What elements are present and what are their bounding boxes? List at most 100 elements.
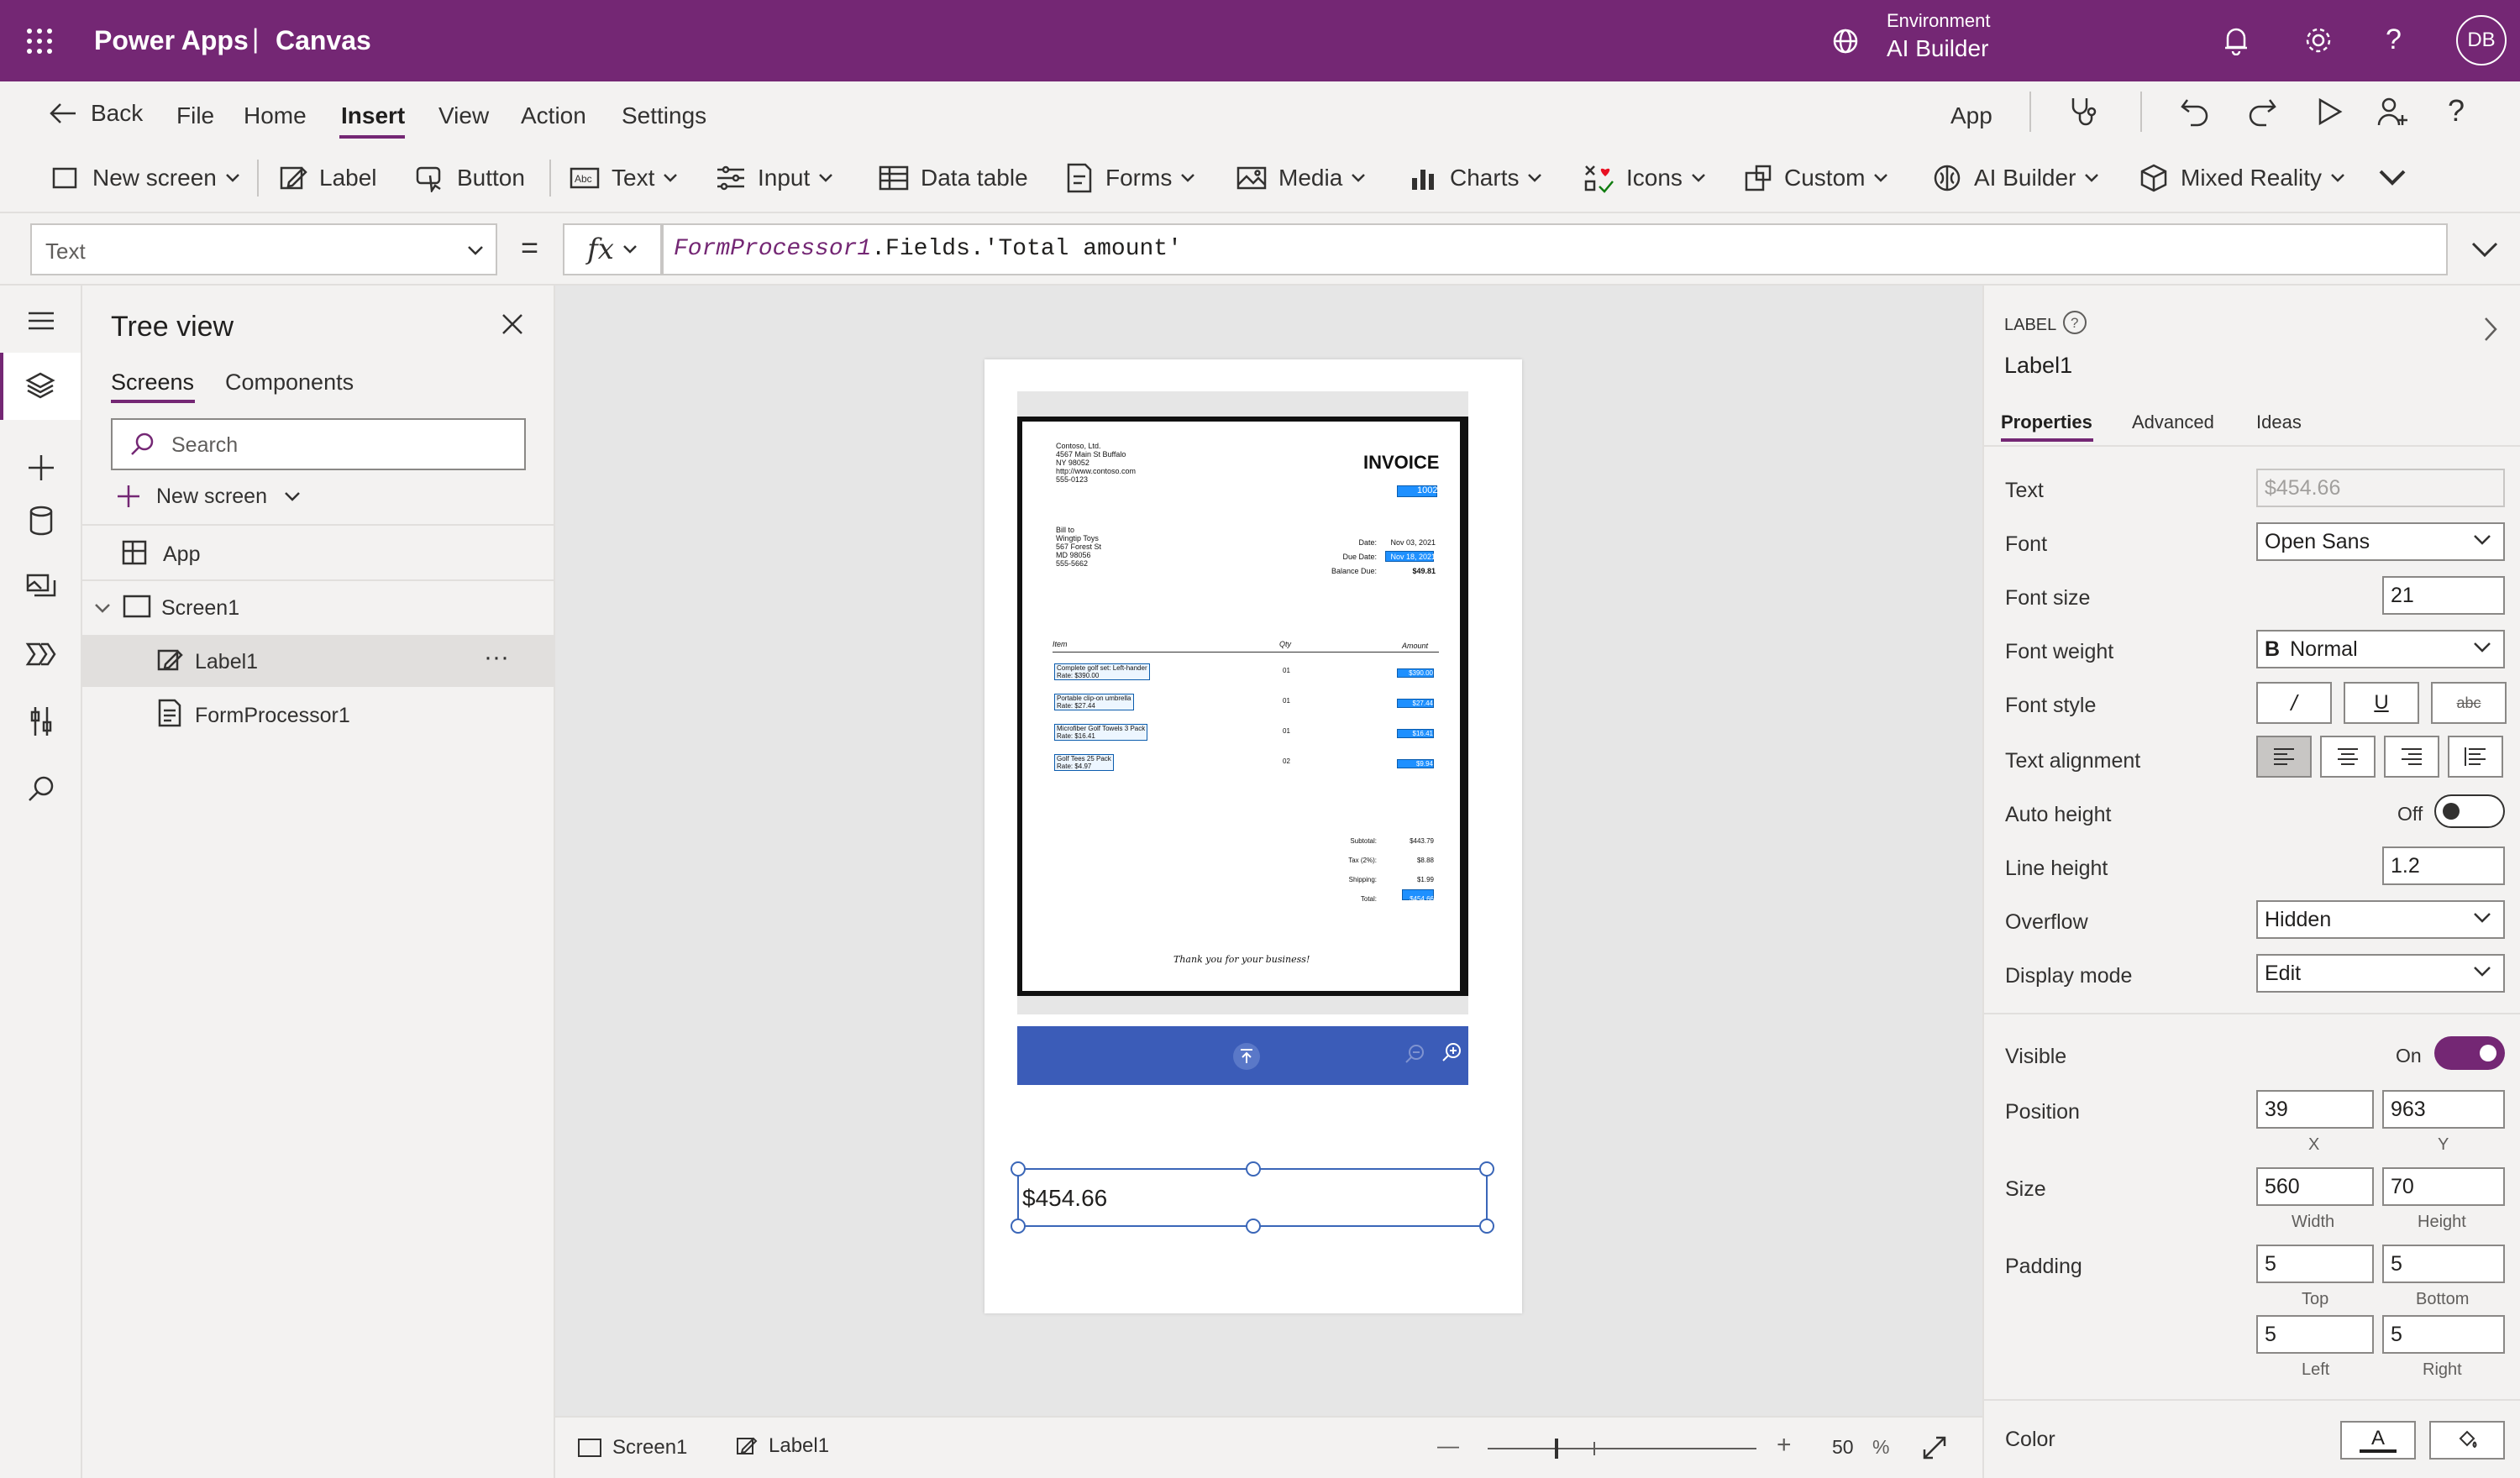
align-right-button[interactable] xyxy=(2384,736,2439,778)
padding-right-input[interactable]: 5 xyxy=(2382,1315,2505,1354)
resize-handle-top-left[interactable] xyxy=(1011,1161,1026,1177)
hamburger-menu-icon[interactable] xyxy=(27,311,55,331)
power-automate-icon[interactable] xyxy=(25,642,57,667)
tree-search-input[interactable]: Search xyxy=(111,418,526,470)
zoom-in-button[interactable]: + xyxy=(1777,1431,1792,1460)
preview-play-icon[interactable] xyxy=(2315,97,2344,127)
redo-icon[interactable] xyxy=(2246,95,2278,127)
back-button[interactable]: Back xyxy=(49,100,143,127)
fx-button[interactable]: fx xyxy=(563,223,662,275)
menu-help-icon[interactable]: ? xyxy=(2448,93,2465,128)
control-name[interactable]: Label1 xyxy=(2004,353,2072,379)
property-selector[interactable]: Text xyxy=(30,223,497,275)
align-center-button[interactable] xyxy=(2320,736,2376,778)
position-y-input[interactable]: 963 xyxy=(2382,1090,2505,1129)
insert-plus-icon[interactable] xyxy=(27,453,55,482)
fill-color-button[interactable] xyxy=(2429,1421,2505,1460)
padding-left-input[interactable]: 5 xyxy=(2256,1315,2374,1354)
undo-icon[interactable] xyxy=(2179,95,2211,127)
resize-handle-bottom-left[interactable] xyxy=(1011,1219,1026,1234)
tree-item-app[interactable]: App xyxy=(82,527,554,579)
environment-icon[interactable] xyxy=(1831,27,1860,55)
icons-dropdown-button[interactable]: Icons xyxy=(1583,158,1718,198)
zoom-out-icon[interactable] xyxy=(1404,1043,1425,1065)
text-prop-input[interactable]: $454.66 xyxy=(2256,469,2505,507)
formula-input[interactable]: FormProcessor1.Fields.'Total amount' xyxy=(662,223,2448,275)
text-color-button[interactable]: A xyxy=(2340,1421,2416,1460)
mixed-reality-dropdown-button[interactable]: Mixed Reality xyxy=(2139,158,2357,198)
resize-handle-top[interactable] xyxy=(1246,1161,1261,1177)
menu-settings[interactable]: Settings xyxy=(622,102,706,129)
settings-gear-icon[interactable] xyxy=(2303,25,2334,55)
upload-button-icon[interactable] xyxy=(1233,1043,1260,1070)
tab-components[interactable]: Components xyxy=(225,370,354,396)
breadcrumb-label1[interactable]: Label1 xyxy=(735,1434,829,1458)
menu-action[interactable]: Action xyxy=(521,102,586,129)
width-input[interactable]: 560 xyxy=(2256,1167,2374,1206)
tab-ideas[interactable]: Ideas xyxy=(2256,411,2302,433)
zoom-value[interactable]: 50 xyxy=(1832,1436,1854,1459)
auto-height-toggle[interactable] xyxy=(2434,794,2505,828)
height-input[interactable]: 70 xyxy=(2382,1167,2505,1206)
environment-name[interactable]: AI Builder xyxy=(1887,35,1988,62)
strikethrough-button[interactable]: abc xyxy=(2431,682,2507,724)
media-dropdown-button[interactable]: Media xyxy=(1236,158,1378,198)
menu-insert[interactable]: Insert xyxy=(341,102,405,129)
ribbon-overflow-chevron-icon[interactable] xyxy=(2377,168,2407,188)
new-screen-tree-button[interactable]: New screen xyxy=(116,484,301,509)
notifications-icon[interactable] xyxy=(2223,25,2250,55)
padding-bottom-input[interactable]: 5 xyxy=(2382,1245,2505,1283)
align-left-button[interactable] xyxy=(2256,736,2312,778)
resize-handle-bottom[interactable] xyxy=(1246,1219,1261,1234)
text-dropdown-button[interactable]: Abc Text xyxy=(570,158,690,198)
more-options-icon[interactable]: ··· xyxy=(484,643,509,672)
resize-handle-bottom-right[interactable] xyxy=(1479,1219,1494,1234)
position-x-input[interactable]: 39 xyxy=(2256,1090,2374,1129)
user-avatar[interactable]: DB xyxy=(2456,15,2507,66)
display-mode-dropdown[interactable]: Edit xyxy=(2256,954,2505,993)
fit-to-window-icon[interactable] xyxy=(1921,1434,1948,1461)
tab-advanced[interactable]: Advanced xyxy=(2132,411,2214,433)
help-circle-icon[interactable]: ? xyxy=(2061,309,2088,336)
menu-home[interactable]: Home xyxy=(244,102,307,129)
overflow-dropdown[interactable]: Hidden xyxy=(2256,900,2505,939)
chevron-down-icon[interactable] xyxy=(94,603,111,613)
app-screen[interactable]: Contoso, Ltd. 4567 Main St Buffalo NY 98… xyxy=(984,359,1522,1313)
media-library-icon[interactable] xyxy=(25,573,57,601)
zoom-slider-thumb[interactable] xyxy=(1555,1439,1558,1459)
forms-dropdown-button[interactable]: Forms xyxy=(1065,158,1207,198)
insert-label-button[interactable]: Label xyxy=(279,158,377,198)
data-table-button[interactable]: Data table xyxy=(879,158,1028,198)
zoom-slider[interactable] xyxy=(1488,1439,1756,1459)
advanced-tools-icon[interactable] xyxy=(29,705,54,737)
formula-expand-chevron-icon[interactable] xyxy=(2470,240,2500,259)
data-cylinder-icon[interactable] xyxy=(29,506,54,536)
app-checker-label[interactable]: App xyxy=(1950,102,1992,129)
underline-button[interactable]: U xyxy=(2344,682,2419,724)
tab-screens[interactable]: Screens xyxy=(111,370,194,396)
new-screen-button[interactable]: New screen xyxy=(52,158,252,198)
menu-view[interactable]: View xyxy=(438,102,489,129)
visible-toggle[interactable] xyxy=(2434,1036,2505,1070)
font-weight-dropdown[interactable]: B Normal xyxy=(2256,630,2505,668)
tree-item-screen1[interactable]: Screen1 xyxy=(82,581,554,633)
tab-properties[interactable]: Properties xyxy=(2001,411,2092,433)
help-icon[interactable]: ? xyxy=(2386,24,2402,56)
custom-dropdown-button[interactable]: Custom xyxy=(1744,158,1900,198)
resize-handle-top-right[interactable] xyxy=(1479,1161,1494,1177)
collapse-pane-chevron-icon[interactable] xyxy=(2483,316,2498,343)
insert-button-button[interactable]: Button xyxy=(415,158,525,198)
font-size-input[interactable]: 21 xyxy=(2382,576,2505,615)
italic-button[interactable]: / xyxy=(2256,682,2332,724)
ai-builder-dropdown-button[interactable]: AI Builder xyxy=(1932,158,2111,198)
app-launcher-icon[interactable] xyxy=(25,27,54,55)
padding-top-input[interactable]: 5 xyxy=(2256,1245,2374,1283)
align-justify-button[interactable] xyxy=(2448,736,2503,778)
share-user-icon[interactable] xyxy=(2376,95,2409,128)
stethoscope-icon[interactable] xyxy=(2066,95,2100,128)
tree-view-tab[interactable] xyxy=(0,353,81,420)
close-icon[interactable] xyxy=(501,312,524,336)
line-height-input[interactable]: 1.2 xyxy=(2382,846,2505,885)
label1-control[interactable]: $454.66 xyxy=(1011,1161,1494,1234)
tree-item-formprocessor1[interactable]: FormProcessor1 xyxy=(82,689,554,741)
